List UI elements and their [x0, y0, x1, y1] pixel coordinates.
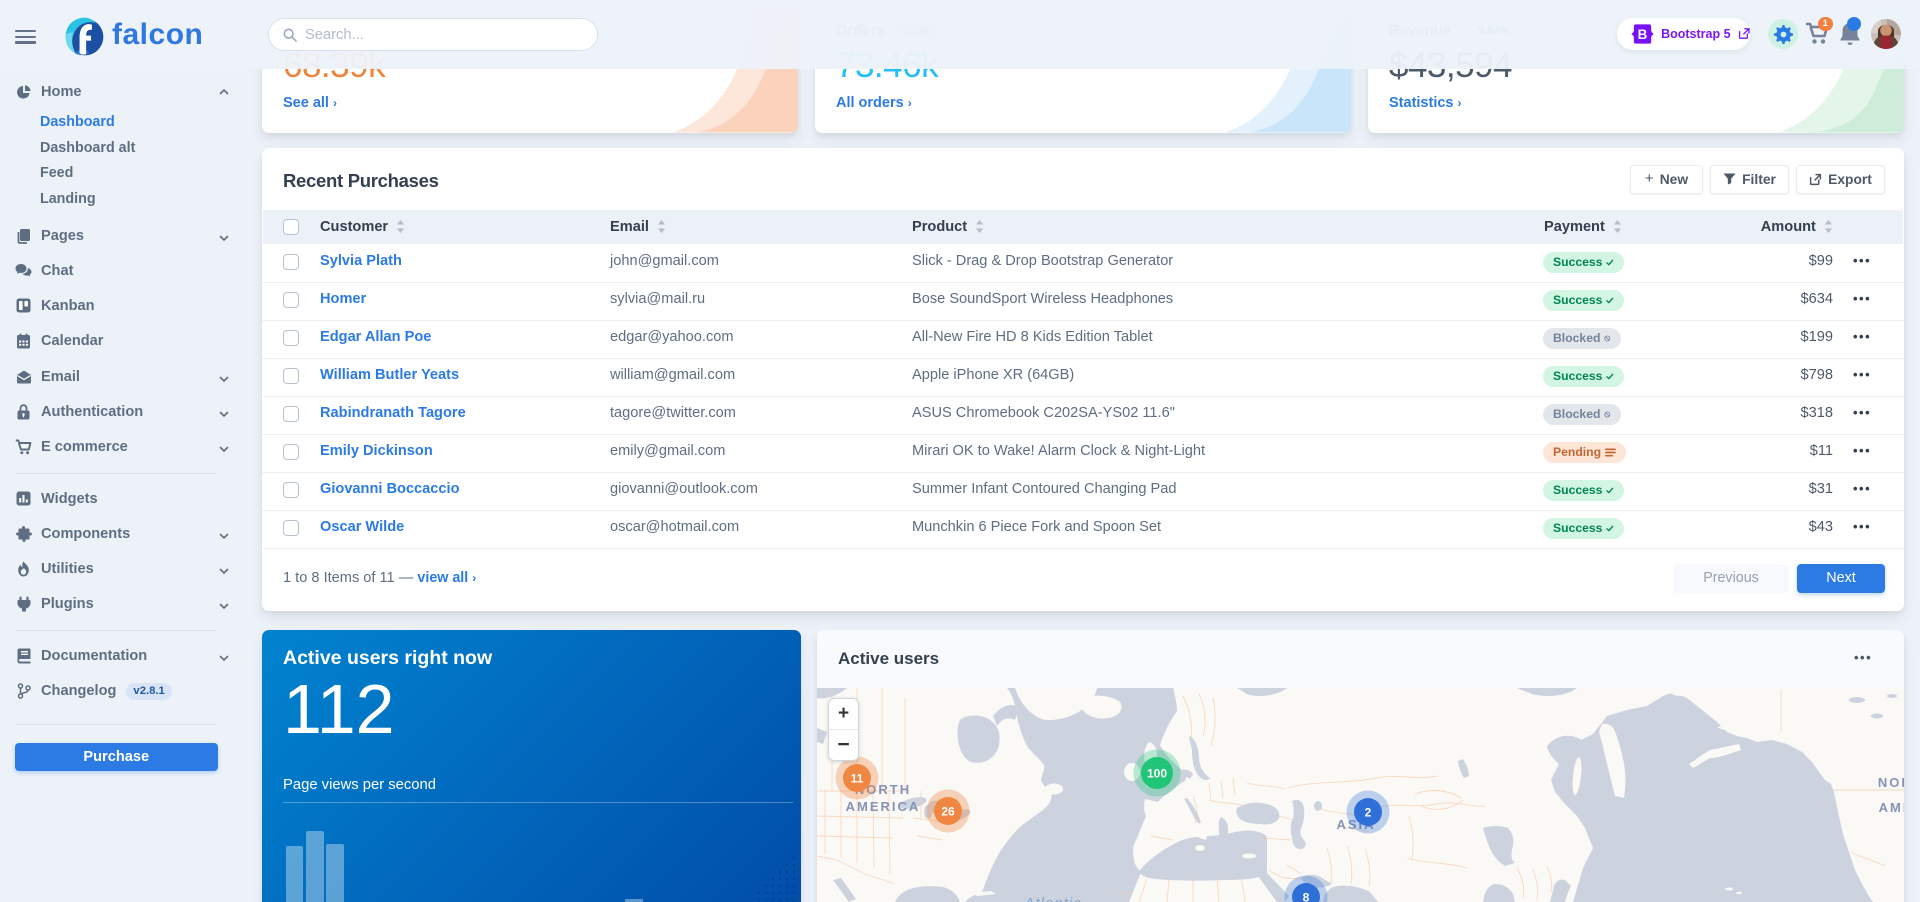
- svg-text:2: 2: [1365, 806, 1372, 820]
- svg-text:Atlantic: Atlantic: [1023, 895, 1081, 902]
- svg-text:NORTH: NORTH: [1878, 775, 1904, 790]
- svg-text:11: 11: [851, 772, 864, 786]
- svg-text:26: 26: [941, 805, 955, 819]
- svg-text:AMERICA: AMERICA: [846, 799, 921, 814]
- svg-text:100: 100: [1147, 767, 1167, 781]
- svg-text:AMERICA: AMERICA: [1879, 800, 1904, 815]
- svg-text:8: 8: [1303, 891, 1310, 902]
- svg-text:B: B: [1638, 27, 1648, 42]
